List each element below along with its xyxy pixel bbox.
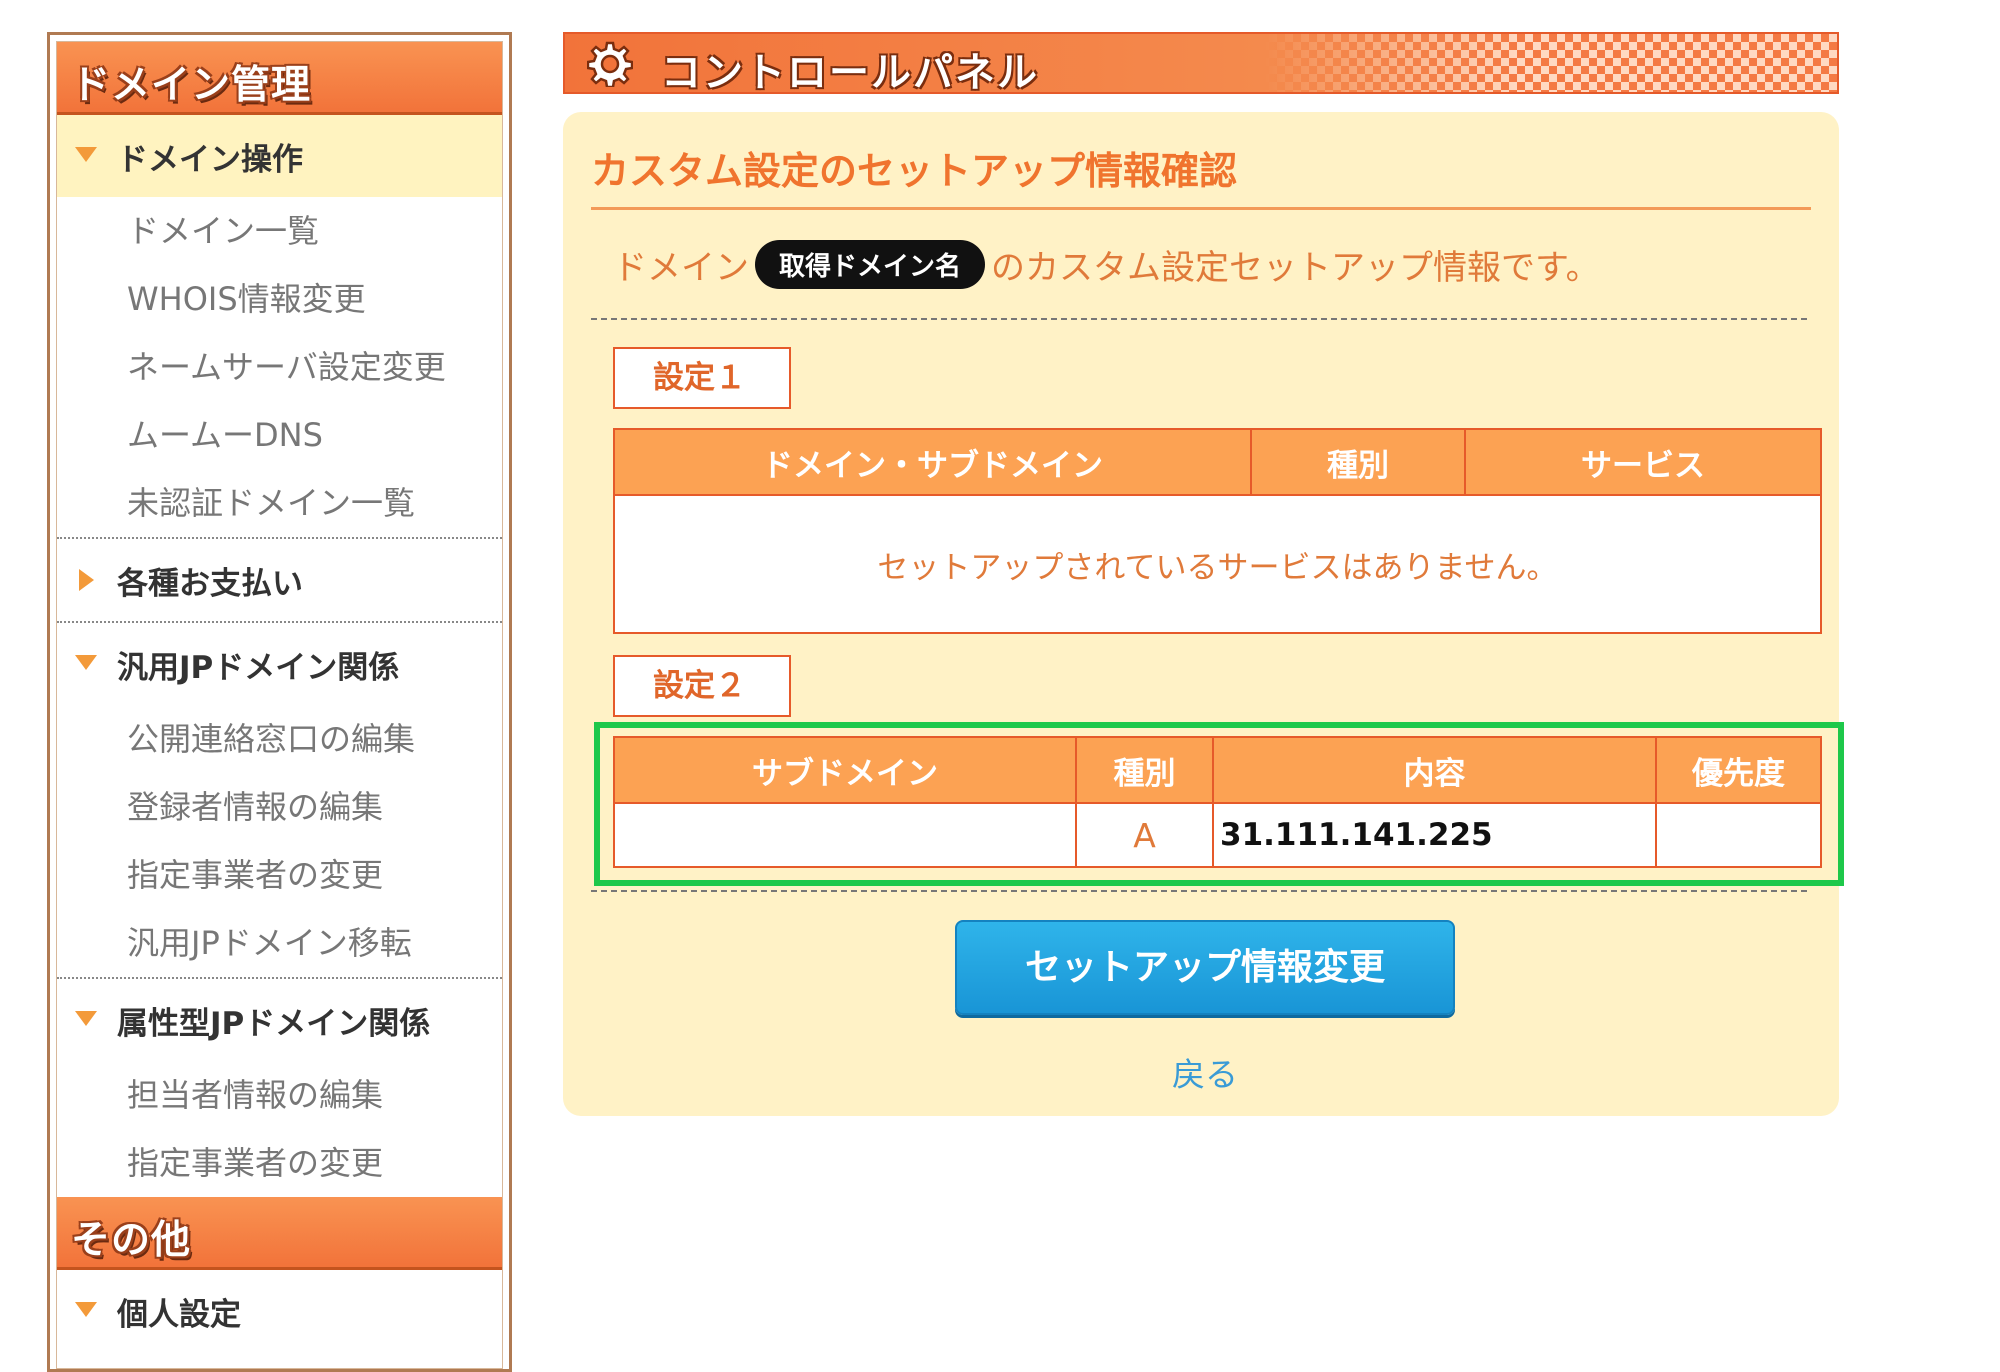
intro-suffix: のカスタム設定セットアップ情報です。 [991,248,1600,288]
dashed-divider [591,890,1807,892]
sidebar-item-designated-agent-2[interactable]: 指定事業者の変更 [57,1129,502,1197]
domain-name-badge: 取得ドメイン名 [755,240,986,289]
triangle-down-icon [75,147,97,162]
sidebar-item-jp-transfer[interactable]: 汎用JPドメイン移転 [57,909,502,977]
change-setup-button[interactable]: セットアップ情報変更 [955,920,1455,1015]
other-header: その他 [57,1197,502,1270]
sidebar-item-whois[interactable]: WHOIS情報変更 [57,265,502,333]
attribute-jp-list: 担当者情報の編集 指定事業者の変更 [57,1061,502,1197]
sidebar-group-domain-operations[interactable]: ドメイン操作 [57,115,502,197]
sidebar-item-domain-list[interactable]: ドメイン一覧 [57,197,502,265]
sidebar: ドメイン管理 ドメイン操作 ドメイン一覧 WHOIS情報変更 ネームサーバ設定変… [47,32,512,1372]
sidebar-group-personal-settings[interactable]: 個人設定 [57,1270,502,1352]
general-jp-list: 公開連絡窓口の編集 登録者情報の編集 指定事業者の変更 汎用JPドメイン移転 [57,705,502,977]
column-header-domain: ドメイン・サブドメイン [613,428,1252,496]
back-link[interactable]: 戻る [1172,1048,1238,1096]
banner-title: コントロールパネル [661,50,1039,94]
sidebar-group-label: 個人設定 [117,1296,241,1333]
other-title: その他 [71,1218,192,1263]
domain-management-title: ドメイン管理 [71,63,312,108]
sidebar-item-registrant[interactable]: 登録者情報の編集 [57,773,502,841]
setting-2-label: 設定２ [613,655,791,717]
domain-management-header: ドメイン管理 [57,42,502,115]
sidebar-item-designated-agent[interactable]: 指定事業者の変更 [57,841,502,909]
column-header-service: サービス [1464,428,1822,496]
triangle-down-icon [75,1011,97,1026]
page-title: カスタム設定のセットアップ情報確認 [591,149,1238,193]
table-header-row: ドメイン・サブドメイン 種別 サービス [613,428,1822,496]
gear-icon [587,41,633,87]
sidebar-inner: ドメイン管理 ドメイン操作 ドメイン一覧 WHOIS情報変更 ネームサーバ設定変… [56,41,503,1369]
column-header-type: 種別 [1250,428,1466,496]
empty-message: セットアップされているサービスはありません。 [613,494,1822,634]
sidebar-group-general-jp[interactable]: 汎用JPドメイン関係 [57,623,502,705]
sidebar-item-public-contact[interactable]: 公開連絡窓口の編集 [57,705,502,773]
sidebar-item-unverified-domains[interactable]: 未認証ドメイン一覧 [57,469,502,537]
triangle-right-icon [79,569,94,591]
title-underline [591,207,1811,210]
intro-prefix: ドメイン [613,248,749,288]
sidebar-group-label: 汎用JPドメイン関係 [117,649,400,686]
highlight-box [594,722,1844,886]
sidebar-item-muumuu-dns[interactable]: ムームーDNS [57,401,502,469]
domain-operations-list: ドメイン一覧 WHOIS情報変更 ネームサーバ設定変更 ムームーDNS 未認証ド… [57,197,502,537]
triangle-down-icon [75,655,97,670]
dashed-divider [591,318,1807,320]
sidebar-item-contact-edit[interactable]: 担当者情報の編集 [57,1061,502,1129]
sidebar-group-label: 属性型JPドメイン関係 [117,1005,431,1042]
sidebar-group-payments[interactable]: 各種お支払い [57,539,502,621]
intro-text: ドメイン 取得ドメイン名 のカスタム設定セットアップ情報です。 [613,240,1600,289]
setting-1-label: 設定１ [613,347,791,409]
triangle-down-icon [75,1302,97,1317]
sidebar-group-label: 各種お支払い [117,565,303,602]
control-panel-banner: コントロールパネル [563,32,1839,94]
sidebar-item-nameserver[interactable]: ネームサーバ設定変更 [57,333,502,401]
table-row: セットアップされているサービスはありません。 [613,494,1822,634]
sidebar-group-attribute-jp[interactable]: 属性型JPドメイン関係 [57,979,502,1061]
setting-1-table: ドメイン・サブドメイン 種別 サービス セットアップされているサービスはありませ… [613,428,1822,634]
sidebar-group-label: ドメイン操作 [117,141,303,178]
